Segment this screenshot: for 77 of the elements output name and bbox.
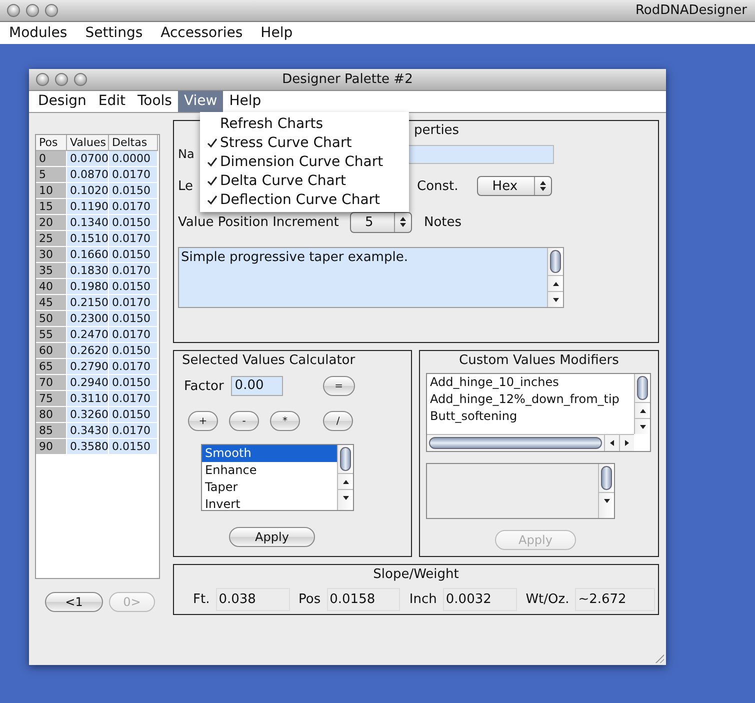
table-cell: 65 (36, 359, 67, 374)
table-cell: 0.0700 (67, 151, 109, 166)
readout-field: ~2.672 (575, 588, 655, 611)
table-cell: 20 (36, 215, 67, 230)
table-cell: 5 (36, 167, 67, 182)
table-cell: 50 (36, 311, 67, 326)
field-label: Value Position Increment (178, 214, 340, 230)
table-cell: 10 (36, 183, 67, 198)
table-cell: 0.1980 (67, 279, 109, 294)
table-cell: 0.0170 (109, 199, 158, 214)
window-title: RodDNADesigner (635, 3, 747, 18)
table-cell: 0.0170 (109, 231, 158, 246)
panel-title: Slope/Weight (373, 567, 459, 582)
table-cell: 90 (36, 439, 67, 454)
field-label: Ft. (193, 592, 210, 607)
table-cell: 0.3430 (67, 423, 109, 438)
table-cell: 0.0170 (109, 391, 158, 406)
table-cell: 0.0170 (109, 263, 158, 278)
table-cell: 0.1020 (67, 183, 109, 198)
table-cell: 0.3110 (67, 391, 109, 406)
table-cell: 75 (36, 391, 67, 406)
table-cell: 0.0150 (109, 343, 158, 358)
table-cell: 0.0150 (109, 279, 158, 294)
table-cell: 0.2470 (67, 327, 109, 342)
table-cell: 0.0150 (109, 311, 158, 326)
table-cell: 0.0870 (67, 167, 109, 182)
table-cell: 0.0150 (109, 215, 158, 230)
table-cell: 0.2790 (67, 359, 109, 374)
table-cell: 30 (36, 247, 67, 262)
table-cell: 0.1830 (67, 263, 109, 278)
table-cell: 0.0170 (109, 167, 158, 182)
table-cell: 0.0150 (109, 247, 158, 262)
table-cell: 0.2150 (67, 295, 109, 310)
panel-title: perties (414, 123, 460, 138)
table-cell: 80 (36, 407, 67, 422)
field-label: Notes (424, 214, 462, 230)
panel-title: Selected Values Calculator (182, 353, 356, 368)
field-label: Pos (298, 592, 321, 607)
table-cell: 35 (36, 263, 67, 278)
readout-field: 0.0158 (326, 588, 400, 611)
field-label: Na (178, 147, 194, 161)
table-cell: 0.0170 (109, 295, 158, 310)
table-cell: 25 (36, 231, 67, 246)
field-label: Const. (417, 178, 458, 194)
table-cell: 0.3260 (67, 407, 109, 422)
table-cell: 0.0150 (109, 407, 158, 422)
table-cell: 0.1340 (67, 215, 109, 230)
table-cell: 60 (36, 343, 67, 358)
table-cell: 0 (36, 151, 67, 166)
table-cell: 0.0150 (109, 183, 158, 198)
readout-field: 0.0032 (442, 588, 517, 611)
table-cell: 0.0150 (109, 439, 158, 454)
table-cell: 0.2300 (67, 311, 109, 326)
table-cell: 0.2940 (67, 375, 109, 390)
table-cell: 0.0170 (109, 359, 158, 374)
table-cell: 15 (36, 199, 67, 214)
table-cell: 85 (36, 423, 67, 438)
table-cell: 45 (36, 295, 67, 310)
table-cell: 0.1510 (67, 231, 109, 246)
field-label: Le (178, 178, 194, 194)
table-cell: 0.0150 (109, 375, 158, 390)
table-cell: 0.0170 (109, 327, 158, 342)
table-cell: 70 (36, 375, 67, 390)
table-cell: 0.3580 (67, 439, 109, 454)
readout-field: 0.038 (216, 588, 290, 611)
table-cell: 0.1190 (67, 199, 109, 214)
table-cell: 0.0170 (109, 423, 158, 438)
panel-title: Custom Values Modifiers (459, 353, 619, 368)
field-label: Factor (184, 378, 224, 394)
window-title: Designer Palette #2 (282, 72, 413, 87)
field-label: Inch (409, 592, 437, 607)
field-label: Wt/Oz. (526, 592, 570, 607)
table-cell: 40 (36, 279, 67, 294)
table-cell: 0.0000 (109, 151, 158, 166)
table-cell: 0.2620 (67, 343, 109, 358)
table-cell: 0.1660 (67, 247, 109, 262)
table-cell: 55 (36, 327, 67, 342)
